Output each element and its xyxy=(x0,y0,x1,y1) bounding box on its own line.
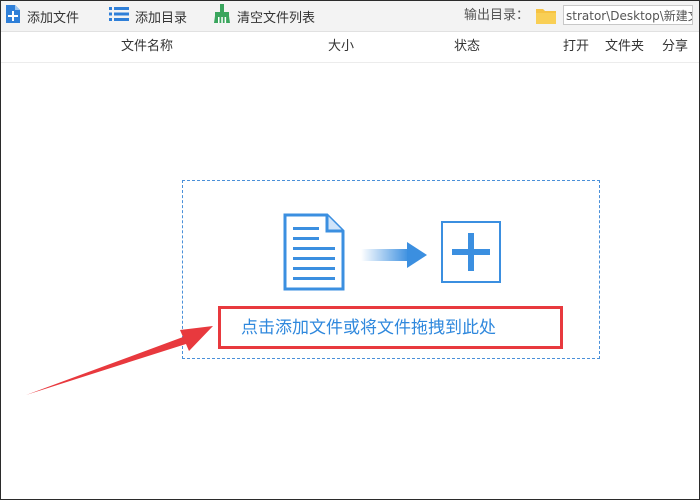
add-file-button[interactable]: 添加文件 xyxy=(5,1,79,31)
output-dir-label: 输出目录： xyxy=(464,8,530,23)
column-header-open[interactable]: 打开 xyxy=(563,32,589,62)
add-file-label: 添加文件 xyxy=(27,10,80,26)
column-header-status[interactable]: 状态 xyxy=(454,32,480,62)
add-file-icon xyxy=(5,4,21,28)
arrow-right-icon xyxy=(361,239,429,271)
list-icon xyxy=(109,6,129,26)
column-header-name[interactable]: 文件名称 xyxy=(121,32,173,62)
output-dir-input[interactable]: strator\Desktop\新建文 xyxy=(563,5,693,25)
add-folder-button[interactable]: 添加目录 xyxy=(109,1,187,31)
toolbar: 添加文件 添加目录 清空文件列表 输出目录： strator\Desktop\新… xyxy=(1,1,699,32)
app-window: 添加文件 添加目录 清空文件列表 输出目录： strator\Desktop\新… xyxy=(0,0,700,500)
column-header-folder[interactable]: 文件夹 xyxy=(605,32,644,62)
broom-icon xyxy=(213,4,231,28)
file-list-header: 文件名称 大小 状态 打开 文件夹 分享 xyxy=(1,32,699,63)
drop-hint-text[interactable]: 点击添加文件或将文件拖拽到此处 xyxy=(241,315,496,341)
clear-list-label: 清空文件列表 xyxy=(237,10,316,26)
column-header-share[interactable]: 分享 xyxy=(662,32,688,62)
plus-icon[interactable] xyxy=(441,221,501,283)
clear-list-button[interactable]: 清空文件列表 xyxy=(213,1,315,31)
document-icon xyxy=(283,213,345,291)
folder-icon[interactable] xyxy=(535,6,557,26)
add-folder-label: 添加目录 xyxy=(135,10,188,26)
column-header-size[interactable]: 大小 xyxy=(328,32,354,62)
